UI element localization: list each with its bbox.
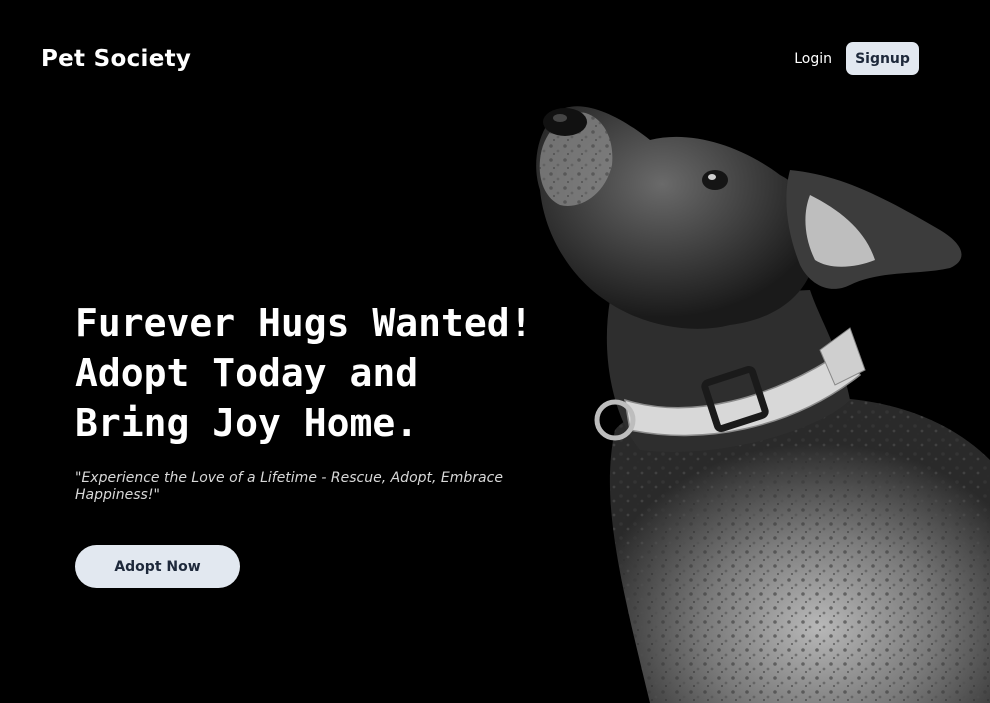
- dog-photo: [536, 106, 990, 703]
- dog-eye: [702, 170, 728, 190]
- top-nav: Login Signup: [794, 42, 919, 75]
- landing-page: Pet Society Login Signup Furever Hugs Wa…: [0, 0, 990, 703]
- login-link[interactable]: Login: [794, 51, 832, 67]
- hero-headline: Furever Hugs Wanted! Adopt Today and Bri…: [75, 298, 533, 448]
- headline-line: Furever Hugs Wanted!: [75, 301, 533, 345]
- adopt-now-button[interactable]: Adopt Now: [75, 545, 240, 588]
- signup-button[interactable]: Signup: [846, 42, 919, 75]
- brand-logo[interactable]: Pet Society: [41, 46, 191, 72]
- headline-line: Bring Joy Home.: [75, 401, 419, 445]
- headline-line: Adopt Today and: [75, 351, 419, 395]
- hero-tagline: "Experience the Love of a Lifetime - Res…: [75, 470, 503, 503]
- dog-nose: [543, 108, 587, 136]
